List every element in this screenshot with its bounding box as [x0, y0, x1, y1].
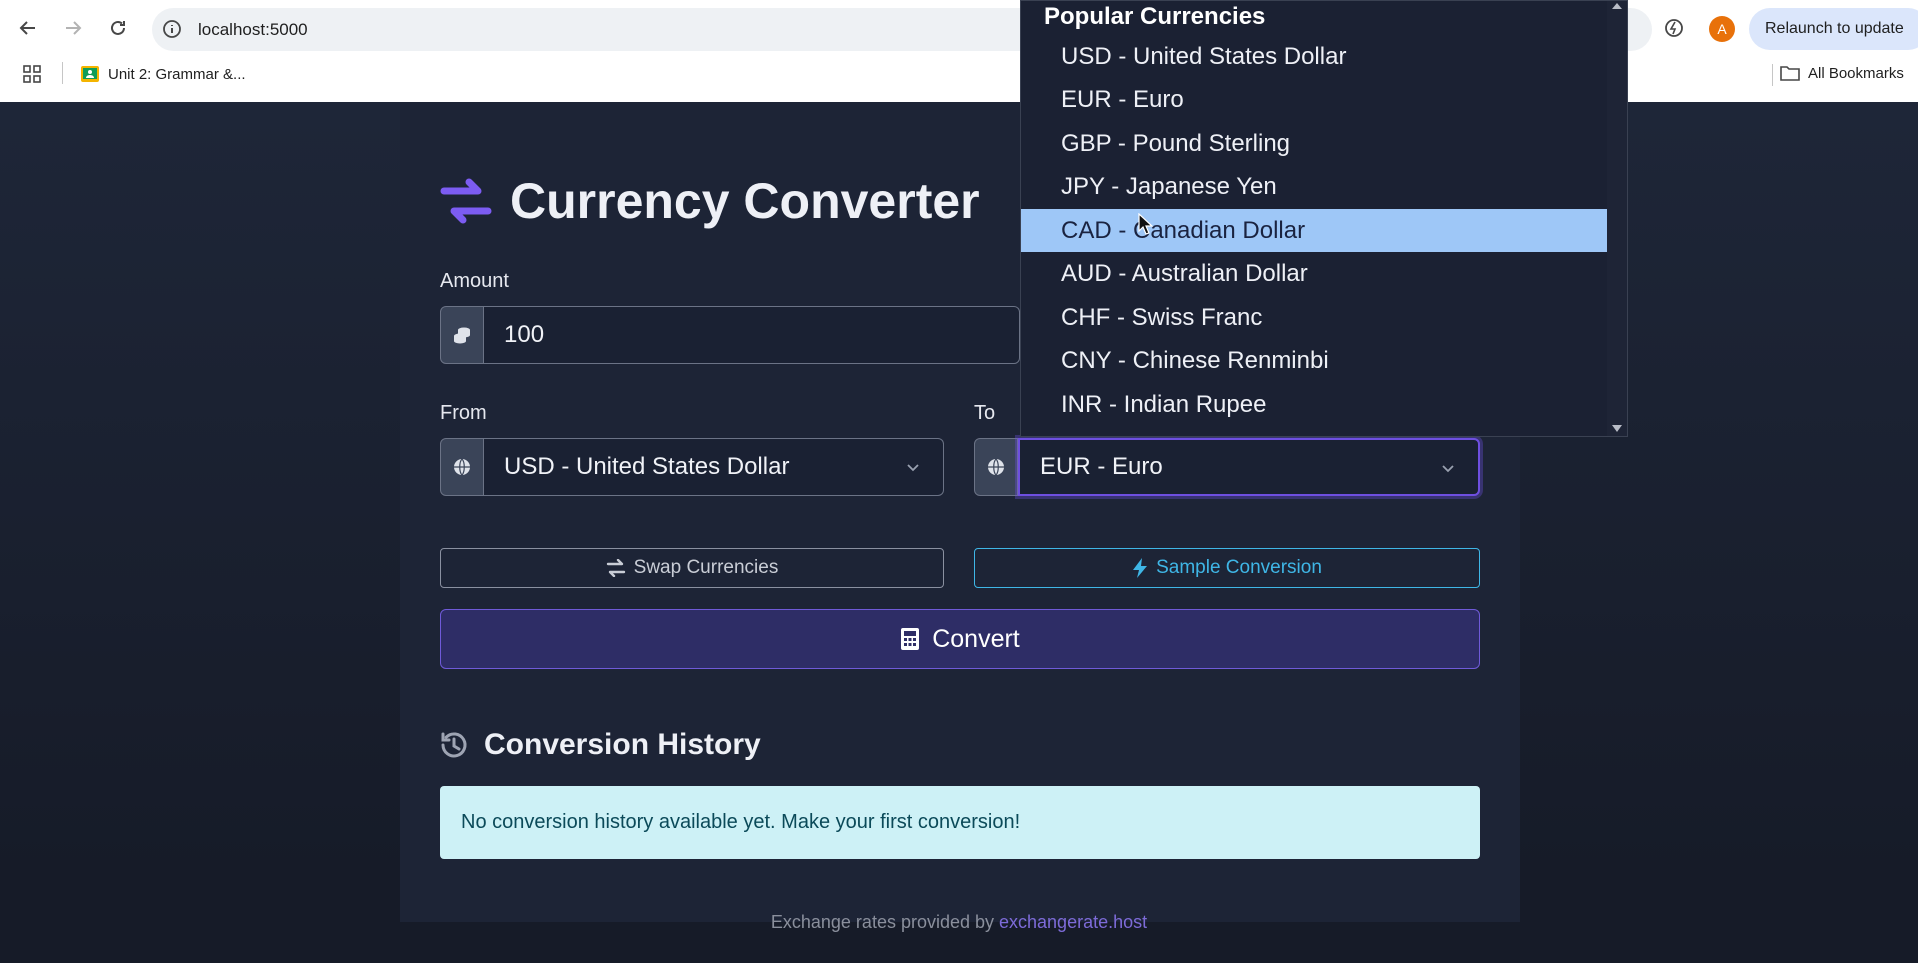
mouse-cursor-icon	[1138, 213, 1154, 235]
bookmark-label: Unit 2: Grammar &...	[108, 65, 246, 83]
all-bookmarks[interactable]: All Bookmarks	[1780, 64, 1904, 82]
footer-text: Exchange rates provided by	[770, 912, 1000, 932]
relaunch-button[interactable]: Relaunch to update	[1749, 8, 1918, 50]
currency-dropdown-list[interactable]: Popular Currencies USD - United States D…	[1020, 0, 1628, 437]
all-bookmarks-label: All Bookmarks	[1808, 64, 1904, 82]
folder-icon	[1780, 66, 1800, 81]
performance-icon[interactable]	[1660, 14, 1688, 42]
swap-currencies-button[interactable]: Swap Currencies	[440, 548, 944, 588]
url-text: localhost:5000	[198, 20, 308, 39]
history-title: Conversion History	[484, 728, 761, 761]
history-empty-alert: No conversion history available yet. Mak…	[440, 786, 1480, 859]
site-info-icon[interactable]	[162, 19, 182, 44]
app-header: Currency Converter	[440, 172, 980, 230]
to-globe-addon	[974, 438, 1018, 496]
dropdown-option[interactable]: JPY - Japanese Yen	[1021, 165, 1608, 208]
dropdown-option[interactable]: GBP - Pound Sterling	[1021, 122, 1608, 165]
to-currency-value: EUR - Euro	[1040, 453, 1163, 480]
chevron-down-icon	[907, 464, 919, 472]
bookmarks-divider	[1772, 64, 1773, 86]
dropdown-option[interactable]: CNY - Chinese Renminbi	[1021, 339, 1608, 382]
dropdown-scrollbar[interactable]	[1607, 1, 1627, 436]
from-currency-value: USD - United States Dollar	[504, 453, 790, 480]
forward-icon[interactable]	[59, 14, 87, 42]
dropdown-option[interactable]: CHF - Swiss Franc	[1021, 296, 1608, 339]
dropdown-group-label: Popular Currencies	[1044, 3, 1266, 30]
from-currency-select[interactable]: USD - United States Dollar	[484, 438, 944, 496]
history-empty-text: No conversion history available yet. Mak…	[461, 811, 1021, 833]
relaunch-label: Relaunch to update	[1765, 20, 1904, 37]
from-globe-addon	[440, 438, 484, 496]
dropdown-option-highlighted[interactable]: CAD - Canadian Dollar	[1021, 209, 1608, 252]
profile-avatar[interactable]: A	[1709, 16, 1735, 42]
amount-input[interactable]: 100	[484, 306, 1020, 364]
from-label: From	[440, 402, 487, 424]
reload-icon[interactable]	[104, 14, 132, 42]
swap-arrows-icon	[606, 559, 625, 577]
exchangerate-link[interactable]: exchangerate.host	[999, 912, 1147, 932]
swap-currencies-label: Swap Currencies	[633, 557, 779, 578]
dropdown-option[interactable]: INR - Indian Rupee	[1021, 383, 1608, 426]
bookmark-unit2[interactable]: Unit 2: Grammar &...	[80, 64, 246, 84]
apps-grid-icon[interactable]	[22, 64, 42, 84]
coins-addon	[440, 306, 484, 364]
page-title: Currency Converter	[510, 173, 980, 229]
browser-chrome: localhost:5000 A Relaunch to update Unit…	[0, 0, 1918, 102]
amount-label: Amount	[440, 270, 509, 292]
classroom-icon	[81, 66, 99, 82]
history-icon	[441, 732, 467, 758]
coins-icon	[454, 327, 470, 344]
dropdown-option[interactable]: EUR - Euro	[1021, 78, 1608, 121]
sample-conversion-label: Sample Conversion	[1156, 557, 1322, 578]
back-icon[interactable]	[14, 14, 42, 42]
chevron-down-icon	[1442, 465, 1454, 473]
history-header: Conversion History	[438, 728, 761, 762]
exchange-arrows-icon	[440, 178, 492, 224]
sample-conversion-button[interactable]: Sample Conversion	[974, 548, 1480, 588]
dropdown-option[interactable]: USD - United States Dollar	[1021, 35, 1608, 78]
bookmarks-bar: Unit 2: Grammar &... All Bookmarks	[0, 56, 1918, 96]
to-currency-select[interactable]: EUR - Euro	[1018, 438, 1480, 496]
convert-button[interactable]: Convert	[440, 609, 1480, 669]
globe-icon	[988, 458, 1004, 476]
lightning-icon	[1133, 558, 1148, 578]
footer: Exchange rates provided by exchangerate.…	[0, 912, 1918, 933]
dropdown-option[interactable]: AUD - Australian Dollar	[1021, 252, 1608, 295]
scroll-arrows-icon	[1612, 3, 1622, 432]
calculator-icon	[901, 628, 920, 650]
to-label: To	[974, 402, 996, 424]
apps-divider	[62, 62, 63, 84]
globe-icon	[454, 458, 470, 476]
convert-label: Convert	[932, 624, 1020, 653]
